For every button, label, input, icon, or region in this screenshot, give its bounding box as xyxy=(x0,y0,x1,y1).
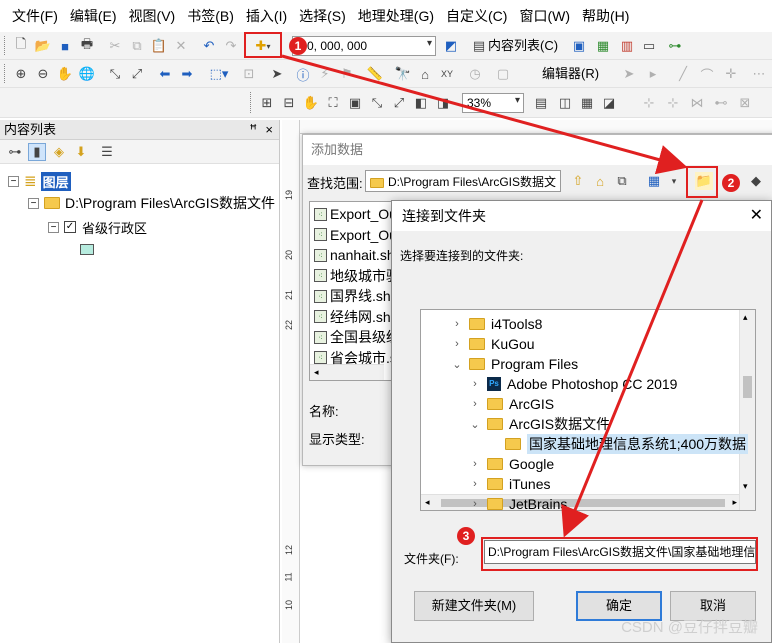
annotation-arrows xyxy=(281,54,704,538)
watermark: CSDN @豆仔拌豆瓣 xyxy=(621,619,758,636)
arrow-step2-to-step3 xyxy=(561,199,704,538)
arrow-step1-to-step2 xyxy=(281,54,688,175)
